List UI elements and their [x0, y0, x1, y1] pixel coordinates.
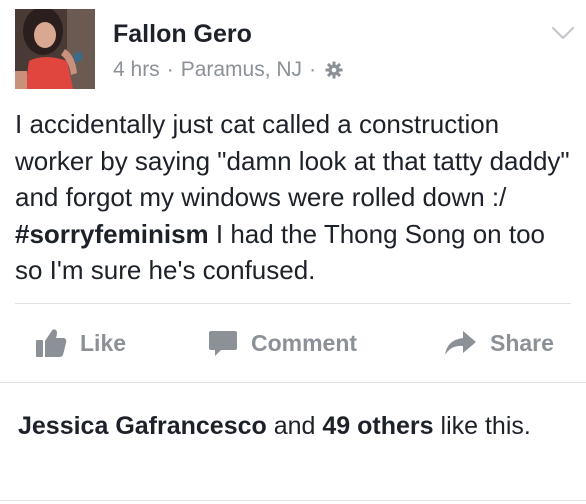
hashtag-link[interactable]: #sorryfeminism: [15, 219, 209, 249]
meta-separator: ·: [309, 58, 317, 81]
speech-bubble-icon: [209, 331, 237, 356]
avatar[interactable]: [15, 9, 95, 89]
post-text: I accidentally just cat called a constru…: [15, 106, 571, 289]
comment-button[interactable]: Comment: [208, 320, 357, 366]
like-label: Like: [80, 329, 127, 356]
liker-name[interactable]: Jessica Gafrancesco: [18, 412, 267, 440]
meta-separator: ·: [166, 58, 174, 81]
share-label: Share: [490, 329, 554, 356]
post-time[interactable]: 4 hrs: [113, 58, 160, 82]
gear-icon[interactable]: [325, 61, 343, 79]
divider: [0, 500, 586, 501]
likes-summary: Jessica Gafrancesco and 49 others like t…: [18, 408, 558, 444]
thumbs-up-icon: [36, 329, 67, 357]
divider: [15, 303, 571, 304]
likes-suffix: like this.: [433, 412, 531, 440]
post-header: Fallon Gero 4 hrs · Paramus, NJ ·: [15, 9, 575, 89]
author-name[interactable]: Fallon Gero: [113, 20, 252, 49]
action-bar: Like Comment Share: [0, 320, 586, 366]
share-arrow-icon: [445, 331, 476, 355]
share-button[interactable]: Share: [443, 320, 554, 366]
comment-label: Comment: [251, 329, 358, 356]
chevron-down-icon[interactable]: [551, 25, 575, 41]
post-text-start: I accidentally just cat called a constru…: [15, 109, 570, 212]
feed-post: Fallon Gero 4 hrs · Paramus, NJ · I acci…: [0, 0, 586, 504]
post-meta: 4 hrs · Paramus, NJ ·: [113, 58, 343, 82]
divider: [0, 382, 586, 383]
like-button[interactable]: Like: [35, 320, 126, 366]
likes-connector: and: [266, 412, 323, 440]
others-link[interactable]: 49 others: [322, 412, 433, 440]
post-location[interactable]: Paramus, NJ: [181, 58, 302, 82]
